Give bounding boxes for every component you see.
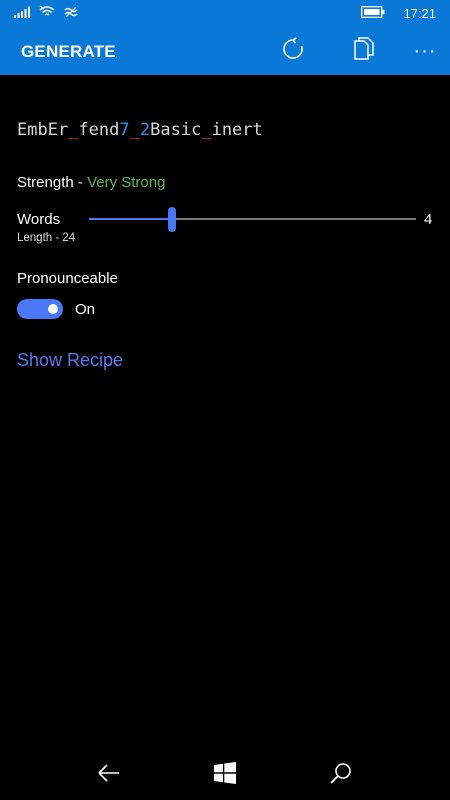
slider-fill: [89, 218, 173, 220]
strength-value: Very Strong: [87, 174, 166, 191]
app-bar: GENERATE ···: [0, 26, 450, 75]
refresh-icon: [281, 36, 305, 66]
password-separator: _: [68, 120, 79, 140]
signal-icon: [14, 6, 30, 21]
password-segment: EmbEr: [17, 120, 69, 140]
copy-icon: [353, 36, 375, 66]
status-icons-left: [14, 5, 78, 21]
navigation-bar: [0, 750, 450, 800]
password-separator: _: [129, 120, 140, 140]
password-segment: inert: [211, 120, 263, 140]
password-number: 7: [119, 120, 130, 140]
password-segment: fend: [78, 120, 120, 140]
back-button[interactable]: [96, 762, 122, 788]
words-label: Words: [17, 211, 61, 228]
copy-button[interactable]: [347, 34, 381, 68]
search-button[interactable]: [328, 762, 354, 788]
start-button[interactable]: [212, 761, 238, 789]
search-icon: [329, 761, 353, 790]
more-icon: ···: [413, 39, 437, 62]
refresh-button[interactable]: [276, 34, 310, 68]
show-recipe-link[interactable]: Show Recipe: [17, 350, 123, 371]
strength-dash: -: [73, 174, 88, 191]
words-slider[interactable]: [89, 206, 416, 234]
battery-icon: [361, 5, 385, 21]
toggle-state-label: On: [75, 301, 96, 318]
slider-thumb[interactable]: [168, 207, 177, 232]
length-label: Length - 24: [17, 232, 76, 244]
pronounceable-label: Pronounceable: [17, 270, 118, 287]
status-bar: 17:21: [0, 0, 450, 26]
toggle-knob: [48, 304, 58, 314]
words-count: 4: [424, 211, 433, 228]
password-segment: Basic: [150, 120, 202, 140]
windows-start-icon: [214, 761, 236, 789]
more-button[interactable]: ···: [408, 34, 442, 68]
wifi-icon: [39, 5, 55, 21]
password-separator: _: [201, 120, 212, 140]
back-icon: [97, 763, 121, 788]
data-icon: [64, 6, 78, 21]
password-number: 2: [139, 120, 151, 140]
pronounceable-toggle[interactable]: [17, 299, 63, 319]
status-icons-right: 17:21: [361, 6, 436, 21]
strength-label: Strength: [17, 174, 74, 191]
strength-row: Strength - Very Strong: [17, 174, 165, 191]
page-title: GENERATE: [21, 42, 116, 61]
generated-password: EmbEr_fend7_2Basic_inert: [17, 120, 263, 140]
status-time: 17:21: [403, 5, 436, 21]
